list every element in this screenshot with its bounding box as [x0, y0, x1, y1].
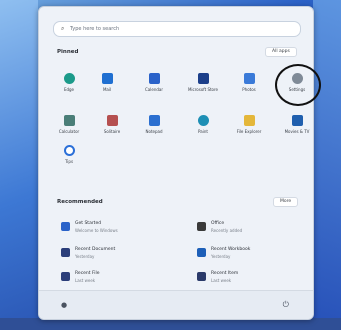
app-tips[interactable]: Tips [49, 145, 89, 164]
more-button[interactable]: More [273, 197, 299, 207]
desktop-wallpaper-left [0, 0, 38, 330]
app-label: Microsoft Store [187, 87, 219, 92]
item-icon [197, 272, 206, 281]
calendar-icon [148, 73, 160, 84]
app-label: Mail [102, 87, 112, 92]
recommended-item-title: Recent Item [211, 271, 239, 276]
recommended-item-subtitle: Last week [75, 278, 96, 283]
solitaire-icon [106, 115, 118, 126]
document-icon [61, 248, 70, 257]
user-icon[interactable]: ● [61, 301, 67, 309]
calculator-icon [63, 115, 75, 126]
tips-icon [63, 145, 75, 156]
recommended-item[interactable]: Recent File Last week [61, 269, 181, 287]
search-icon: ⌕ [61, 25, 65, 32]
recommended-item[interactable]: Recent Item Last week [197, 269, 317, 287]
start-menu: ⌕ Type here to search Pinned All apps Ed… [38, 6, 321, 320]
recommended-item-subtitle: Last week [211, 278, 232, 283]
recommended-item-subtitle: Recently added [211, 228, 243, 233]
file-icon [61, 272, 70, 281]
recommended-item[interactable]: Get Started Welcome to Windows [61, 219, 181, 237]
app-mail[interactable]: Mail [87, 73, 127, 92]
recommended-item-subtitle: Yesterday [75, 254, 95, 259]
movies-icon [291, 115, 303, 126]
recommended-item-title: Get Started [75, 221, 102, 226]
app-label: Tips [64, 159, 74, 164]
app-label: File Explorer [236, 129, 262, 134]
app-label: Paint [198, 129, 208, 134]
folder-icon [243, 115, 255, 126]
app-movies[interactable]: Movies & TV [277, 115, 317, 134]
recommended-item[interactable]: Recent Document Yesterday [61, 245, 181, 263]
app-label: Notepad [145, 129, 163, 134]
notepad-icon [148, 115, 160, 126]
mail-icon [101, 73, 113, 84]
workbook-icon [197, 248, 206, 257]
app-file-explorer[interactable]: File Explorer [229, 115, 269, 134]
office-icon [197, 222, 206, 231]
all-apps-button[interactable]: All apps [265, 47, 297, 57]
get-started-icon [61, 222, 70, 231]
desktop-wallpaper-right [313, 0, 341, 330]
app-label: Edge [63, 87, 75, 92]
app-paint[interactable]: Paint [183, 115, 223, 134]
photos-icon [243, 73, 255, 84]
paint-icon [197, 115, 209, 126]
power-icon[interactable]: ⏻ [283, 300, 289, 310]
recommended-item-subtitle: Welcome to Windows [75, 228, 118, 233]
recommended-item[interactable]: Recent Workbook Yesterday [197, 245, 317, 263]
recommended-item-subtitle: Yesterday [211, 254, 231, 259]
pinned-title: Pinned [57, 49, 79, 55]
highlight-circle [275, 64, 321, 106]
recommended-item-title: Recent File [75, 271, 100, 276]
app-photos[interactable]: Photos [229, 73, 269, 92]
start-footer: ● ⏻ [39, 290, 313, 319]
app-calculator[interactable]: Calculator [49, 115, 89, 134]
recommended-item[interactable]: Office Recently added [197, 219, 317, 237]
recommended-item-title: Recent Workbook [211, 247, 251, 252]
recommended-item-title: Office [211, 221, 225, 226]
app-label: Photos [242, 87, 256, 92]
app-label: Movies & TV [284, 129, 310, 134]
app-solitaire[interactable]: Solitaire [92, 115, 132, 134]
app-store[interactable]: Microsoft Store [183, 73, 223, 92]
app-edge[interactable]: Edge [49, 73, 89, 92]
search-input[interactable]: ⌕ Type here to search [53, 21, 301, 37]
store-icon [197, 73, 209, 84]
search-placeholder: Type here to search [70, 26, 120, 32]
app-calendar[interactable]: Calendar [134, 73, 174, 92]
recommended-item-title: Recent Document [75, 247, 116, 252]
recommended-title: Recommended [57, 199, 103, 205]
app-notepad[interactable]: Notepad [134, 115, 174, 134]
edge-icon [63, 73, 75, 84]
app-label: Calendar [145, 87, 163, 92]
app-label: Solitaire [103, 129, 121, 134]
app-label: Calculator [58, 129, 80, 134]
